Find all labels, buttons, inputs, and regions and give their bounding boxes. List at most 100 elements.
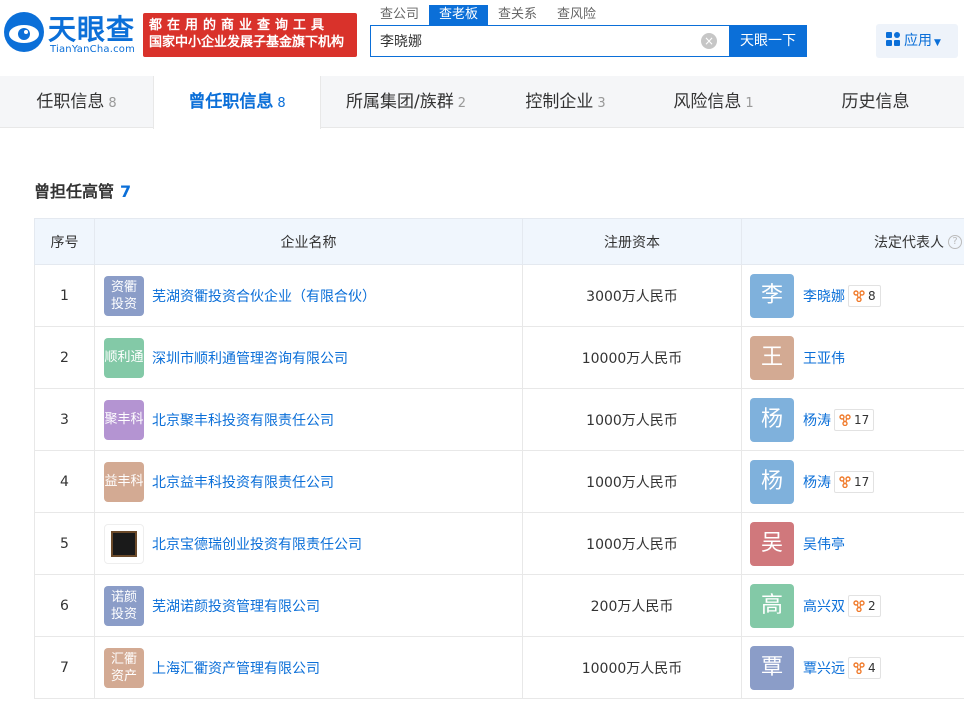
legal-rep-link[interactable]: 杨涛: [803, 410, 831, 430]
tab-label: 任职信息: [36, 92, 105, 112]
registered-capital: 10000万人民币: [522, 636, 742, 699]
eye-logo-icon: [4, 12, 44, 52]
col-header-legal-rep: 法定代表人?: [741, 218, 964, 265]
avatar[interactable]: 李: [750, 273, 794, 318]
table-row: 3 聚丰科 北京聚丰科投资有限责任公司 1000万人民币杨杨涛 17: [34, 388, 964, 451]
relation-graph-icon: [839, 475, 851, 488]
company-name-link[interactable]: 北京宝德瑞创业投资有限责任公司: [152, 534, 362, 554]
company-logo[interactable]: 汇衢 资产: [104, 647, 144, 688]
row-index: 1: [34, 264, 95, 327]
company-logo[interactable]: 聚丰科: [104, 399, 144, 440]
avatar[interactable]: 高: [750, 583, 794, 628]
relation-count: 2: [868, 598, 876, 613]
col-header-company: 企业名称: [94, 218, 523, 265]
tab-label: 控制企业: [525, 92, 594, 112]
tab-item[interactable]: 曾任职信息 8: [153, 76, 321, 129]
relation-count: 17: [854, 412, 870, 427]
avatar[interactable]: 杨: [750, 459, 794, 504]
clear-icon[interactable]: ×: [701, 33, 717, 49]
company-logo[interactable]: 顺利通: [104, 337, 144, 378]
help-icon[interactable]: ?: [948, 234, 962, 249]
row-index: 2: [34, 326, 95, 389]
legal-rep-cell: 王王亚伟: [741, 326, 964, 389]
relation-badge[interactable]: 8: [848, 284, 881, 307]
apps-menu-button[interactable]: 应用 ▼: [876, 24, 958, 58]
table-header-row: 序号 企业名称 注册资本 法定代表人?: [34, 218, 964, 265]
tab-item[interactable]: 风险信息 1: [640, 76, 787, 128]
search-tab[interactable]: 查老板: [429, 5, 489, 25]
company-name-link[interactable]: 上海汇衢资产管理有限公司: [152, 658, 320, 678]
legal-rep-cell: 杨杨涛 17: [741, 450, 964, 513]
company-logo[interactable]: 益丰科: [104, 461, 144, 502]
relation-count: 17: [854, 474, 870, 489]
search-input[interactable]: [380, 26, 680, 56]
legal-rep-link[interactable]: 覃兴远: [803, 658, 845, 678]
relation-badge[interactable]: 17: [834, 470, 875, 493]
tab-item[interactable]: 历史信息: [787, 76, 964, 128]
search-button[interactable]: 天眼一下: [729, 25, 807, 57]
registered-capital: 1000万人民币: [522, 388, 742, 451]
legal-rep-cell: 覃覃兴远 4: [741, 636, 964, 699]
legal-rep-link[interactable]: 吴伟亭: [803, 534, 845, 554]
company-logo[interactable]: [104, 523, 144, 564]
avatar[interactable]: 杨: [750, 397, 794, 442]
legal-rep-cell: 李李晓娜 8: [741, 264, 964, 327]
legal-rep-link[interactable]: 杨涛: [803, 472, 831, 492]
site-logo[interactable]: 天眼查 TianYanCha.com: [2, 6, 138, 64]
tab-item[interactable]: 任职信息 8: [0, 76, 153, 128]
registered-capital: 3000万人民币: [522, 264, 742, 327]
avatar[interactable]: 覃: [750, 645, 794, 690]
table-row: 4 益丰科 北京益丰科投资有限责任公司 1000万人民币杨杨涛 17: [34, 450, 964, 513]
company-name-link[interactable]: 北京益丰科投资有限责任公司: [152, 472, 334, 492]
registered-capital: 1000万人民币: [522, 512, 742, 575]
registered-capital: 10000万人民币: [522, 326, 742, 389]
table-row: 7 汇衢 资产 上海汇衢资产管理有限公司 10000万人民币覃覃兴远 4: [34, 636, 964, 699]
section-title: 曾担任高管 7: [34, 182, 132, 201]
company-name-link[interactable]: 芜湖诺颜投资管理有限公司: [152, 596, 320, 616]
company-cell: 聚丰科 北京聚丰科投资有限责任公司: [94, 388, 523, 451]
row-index: 3: [34, 388, 95, 451]
tab-item[interactable]: 控制企业 3: [491, 76, 640, 128]
legal-rep-link[interactable]: 李晓娜: [803, 286, 845, 306]
company-logo[interactable]: 诺颜 投资: [104, 585, 144, 626]
row-index: 5: [34, 512, 95, 575]
tab-item[interactable]: 所属集团/族群 2: [321, 76, 491, 128]
promo-banner[interactable]: 都在用的商业查询工具 国家中小企业发展子基金旗下机构: [143, 13, 357, 57]
relation-graph-icon: [853, 661, 865, 674]
company-cell: 资衢 投资 芜湖资衢投资合伙企业（有限合伙）: [94, 264, 523, 327]
relation-count: 8: [868, 288, 876, 303]
logo-text: 天眼查: [48, 13, 136, 46]
relation-graph-icon: [839, 413, 851, 426]
relation-badge[interactable]: 17: [834, 408, 875, 431]
table-row: 6 诺颜 投资 芜湖诺颜投资管理有限公司 200万人民币高高兴双 2: [34, 574, 964, 637]
company-logo[interactable]: 资衢 投资: [104, 275, 144, 316]
company-name-link[interactable]: 深圳市顺利通管理咨询有限公司: [152, 348, 348, 368]
company-cell: 益丰科 北京益丰科投资有限责任公司: [94, 450, 523, 513]
tab-label: 历史信息: [841, 92, 910, 112]
search-tab[interactable]: 查关系: [488, 5, 547, 25]
detail-tab-bar: 任职信息 8 曾任职信息 8 所属集团/族群 2 控制企业 3 风险信息 1 历史信息: [0, 76, 964, 129]
search-tab[interactable]: 查公司: [370, 5, 429, 25]
legal-rep-link[interactable]: 王亚伟: [803, 348, 845, 368]
avatar[interactable]: 王: [750, 335, 794, 380]
tab-count: 8: [277, 96, 286, 111]
tab-label: 风险信息: [673, 92, 742, 112]
tab-label: 曾任职信息: [188, 92, 274, 112]
top-header: 天眼查 TianYanCha.com 都在用的商业查询工具 国家中小企业发展子基…: [0, 0, 964, 76]
row-index: 4: [34, 450, 95, 513]
section-count: 7: [120, 182, 132, 201]
company-name-link[interactable]: 北京聚丰科投资有限责任公司: [152, 410, 334, 430]
company-name-link[interactable]: 芜湖资衢投资合伙企业（有限合伙）: [152, 286, 376, 306]
tab-count: 2: [457, 96, 466, 111]
registered-capital: 200万人民币: [522, 574, 742, 637]
logo-domain: TianYanCha.com: [50, 44, 136, 55]
table-row: 2 顺利通 深圳市顺利通管理咨询有限公司 10000万人民币王王亚伟: [34, 326, 964, 389]
company-cell: 诺颜 投资 芜湖诺颜投资管理有限公司: [94, 574, 523, 637]
apps-grid-icon: [886, 32, 900, 46]
relation-badge[interactable]: 4: [848, 656, 881, 679]
avatar[interactable]: 吴: [750, 521, 794, 566]
company-cell: 北京宝德瑞创业投资有限责任公司: [94, 512, 523, 575]
search-tab[interactable]: 查风险: [547, 5, 606, 25]
relation-badge[interactable]: 2: [848, 594, 881, 617]
legal-rep-link[interactable]: 高兴双: [803, 596, 845, 616]
